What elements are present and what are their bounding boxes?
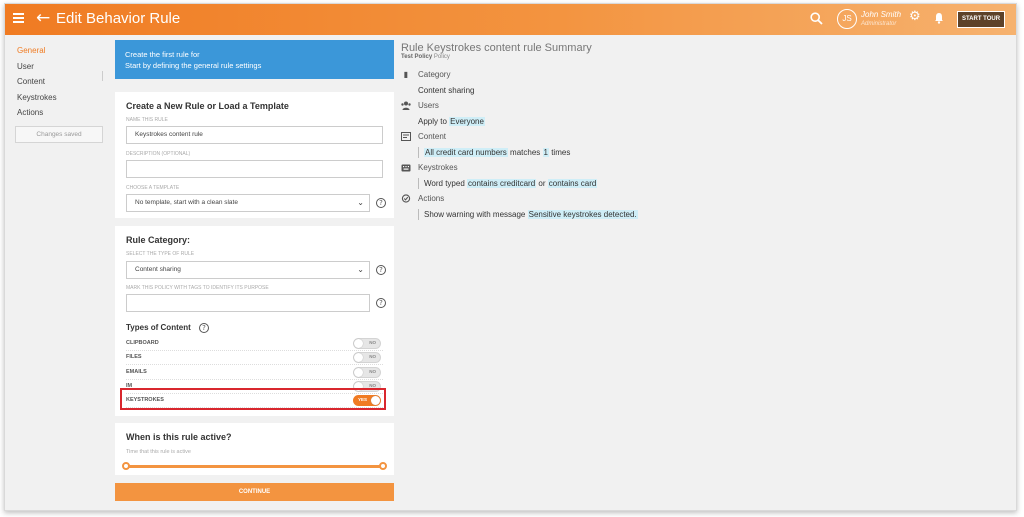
description-input[interactable] — [126, 160, 383, 178]
sidebar-item-actions[interactable]: Actions — [17, 108, 43, 117]
tags-input[interactable] — [126, 294, 370, 312]
sidebar: General User Content Keystrokes Actions … — [5, 35, 108, 510]
clipboard-toggle[interactable]: NO — [353, 338, 381, 349]
types-of-content-title: Types of Content — [126, 323, 191, 332]
time-range-track[interactable] — [125, 465, 384, 468]
toggle-label: FILES — [126, 354, 142, 360]
name-label: NAME THIS RULE — [126, 117, 168, 123]
top-bar: ← Edit Behavior Rule JS John Smith Admin… — [5, 4, 1016, 35]
create-rule-title: Create a New Rule or Load a Template — [126, 101, 289, 111]
users-value: Apply to Everyone — [418, 117, 485, 126]
sidebar-item-user[interactable]: User — [17, 62, 34, 71]
actions-value: Show warning with message Sensitive keys… — [424, 210, 638, 219]
tags-label: MARK THIS POLICY WITH TAGS TO IDENTIFY I… — [126, 285, 269, 291]
emails-toggle[interactable]: NO — [353, 367, 381, 378]
content-bar — [418, 147, 419, 158]
menu-icon[interactable] — [13, 13, 24, 23]
gear-icon[interactable]: ⚙ — [909, 9, 921, 24]
time-range-end-handle[interactable] — [379, 462, 387, 470]
actions-heading: Actions — [418, 194, 445, 203]
rule-name-input[interactable]: Keystrokes content rule — [126, 126, 383, 144]
rule-type-label: SELECT THE TYPE OF RULE — [126, 251, 195, 257]
keystrokes-value: Word typed contains creditcard or contai… — [424, 179, 598, 188]
rule-type-select-value: Content sharing — [135, 266, 181, 273]
rule-active-card: When is this rule active? Time that this… — [115, 423, 394, 475]
rule-type-select[interactable]: Content sharing ⌄ — [126, 261, 370, 279]
chevron-down-icon: ⌄ — [357, 265, 364, 274]
divider — [102, 71, 103, 81]
info-banner: Create the first rule for Start by defin… — [115, 40, 394, 79]
page-title: Edit Behavior Rule — [56, 10, 181, 27]
users-audience: Everyone — [449, 117, 485, 126]
content-icon — [401, 132, 411, 141]
sidebar-item-general[interactable]: General — [17, 46, 45, 55]
summary-title: Rule Keystrokes content rule Summary — [401, 42, 592, 54]
highlight-box — [120, 388, 386, 410]
description-label: DESCRIPTION (OPTIONAL) — [126, 151, 191, 157]
template-select-value: No template, start with a clean slate — [135, 199, 238, 206]
template-select[interactable]: No template, start with a clean slate ⌄ — [126, 194, 370, 212]
toggle-row-emails: EMAILS NO — [126, 366, 383, 380]
avatar[interactable]: JS — [837, 9, 857, 29]
category-value: Content sharing — [418, 86, 475, 95]
bell-icon[interactable] — [934, 12, 944, 24]
user-role: Administrator — [861, 21, 897, 27]
start-tour-button[interactable]: START TOUR — [957, 11, 1005, 28]
content-heading: Content — [418, 132, 447, 141]
template-label: CHOOSE A TEMPLATE — [126, 185, 180, 191]
keyboard-icon — [401, 164, 411, 172]
time-range-start-handle[interactable] — [122, 462, 130, 470]
help-icon[interactable]: ? — [199, 323, 209, 333]
content-value: All credit card numbers matches 1 times — [424, 148, 571, 157]
continue-button[interactable]: CONTINUE — [115, 483, 394, 501]
back-arrow-icon[interactable]: ← — [36, 8, 50, 28]
files-toggle[interactable]: NO — [353, 352, 381, 363]
sidebar-item-content[interactable]: Content — [17, 77, 45, 86]
toggle-row-clipboard: CLIPBOARD NO — [126, 337, 383, 351]
actions-bar — [418, 209, 419, 220]
sidebar-item-keystrokes[interactable]: Keystrokes — [17, 93, 57, 102]
banner-line-1: Create the first rule for — [125, 50, 200, 59]
changes-saved-status: Changes saved — [15, 126, 103, 143]
summary-subtitle: Test Policy Policy — [401, 54, 450, 60]
toggle-label: CLIPBOARD — [126, 340, 159, 346]
users-icon — [401, 101, 411, 110]
keystrokes-heading: Keystrokes — [418, 163, 458, 172]
rule-active-title: When is this rule active? — [126, 432, 232, 442]
user-name[interactable]: John Smith — [861, 10, 901, 19]
rule-category-title: Rule Category: — [126, 235, 191, 245]
users-heading: Users — [418, 101, 439, 110]
help-icon[interactable]: ? — [376, 298, 386, 308]
app-window: ← Edit Behavior Rule JS John Smith Admin… — [4, 3, 1017, 511]
help-icon[interactable]: ? — [376, 198, 386, 208]
keystrokes-bar — [418, 178, 419, 189]
check-circle-icon — [401, 194, 411, 203]
create-rule-card: Create a New Rule or Load a Template NAM… — [115, 92, 394, 218]
chevron-down-icon: ⌄ — [357, 198, 364, 207]
help-icon[interactable]: ? — [376, 265, 386, 275]
time-active-label: Time that this rule is active — [126, 449, 191, 455]
document-icon: ▮ — [403, 70, 409, 79]
search-icon[interactable] — [810, 12, 823, 25]
toggle-row-files: FILES NO — [126, 351, 383, 365]
banner-line-2: Start by defining the general rule setti… — [125, 61, 262, 70]
toggle-label: EMAILS — [126, 369, 147, 375]
category-heading: Category — [418, 70, 451, 79]
